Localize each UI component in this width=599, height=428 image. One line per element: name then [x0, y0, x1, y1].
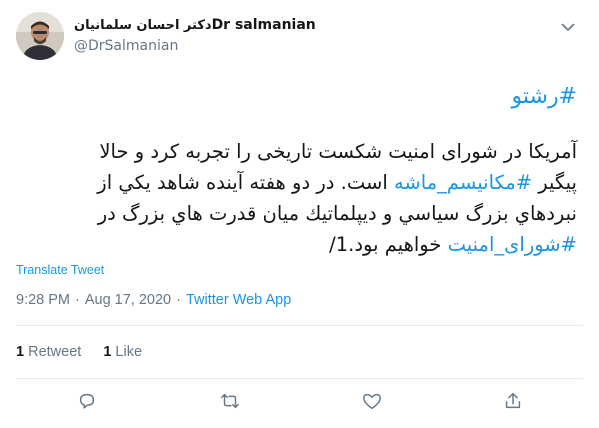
tweet-header: دکتر احسان سلمانیان Dr salmanian @DrSalm…	[16, 12, 583, 60]
divider	[16, 325, 583, 326]
avatar[interactable]	[16, 12, 64, 60]
tweet-actions	[0, 390, 599, 418]
display-name-en: Dr salmanian	[211, 17, 316, 33]
tweet-date[interactable]: Aug 17, 2020	[85, 292, 171, 308]
likes-label: Like	[115, 344, 143, 360]
display-name-fa: دکتر احسان سلمانیان	[74, 17, 212, 33]
tweet-line-text: خواهیم بود.1/	[329, 233, 448, 256]
author-names: دکتر احسان سلمانیان Dr salmanian @DrSalm…	[74, 16, 316, 54]
tweet-source-link[interactable]: Twitter Web App	[186, 292, 291, 308]
tweet-text: آمریکا در شورای امنیت شکست تاریخی را تجر…	[16, 136, 577, 260]
likes-count: 1	[103, 344, 112, 360]
divider	[16, 378, 583, 379]
display-name[interactable]: دکتر احسان سلمانیان Dr salmanian	[74, 16, 316, 34]
tweet-line: نبردهاي بزرگ سیاسي و دیپلماتیك میان قدرت…	[16, 198, 577, 229]
likes-stat[interactable]: 1 Like	[103, 344, 142, 360]
tweet-metadata: 9:28 PM · Aug 17, 2020 · Twitter Web App	[16, 292, 291, 308]
retweet-icon[interactable]	[219, 390, 243, 414]
translate-tweet-link[interactable]: Translate Tweet	[16, 263, 104, 277]
user-handle[interactable]: @DrSalmanian	[74, 38, 316, 54]
tweet-time[interactable]: 9:28 PM	[16, 292, 70, 308]
share-icon[interactable]	[502, 390, 526, 414]
chevron-down-icon[interactable]	[559, 18, 577, 36]
tweet-line-text: پیگیر	[532, 171, 577, 194]
retweets-stat[interactable]: 1 Retweet	[16, 344, 81, 360]
tweet-line-text: آمریکا در شورای امنیت شکست تاریخی را تجر…	[99, 140, 577, 163]
tweet-line: #شورای_امنیت خواهیم بود.1/	[16, 229, 577, 260]
meta-separator: ·	[176, 292, 181, 308]
tweet-line: پیگیر #مکانیسم_ماشه است. در دو هفته آیند…	[16, 167, 577, 198]
like-icon[interactable]	[361, 390, 385, 414]
hashtag-link[interactable]: #شورای_امنیت	[448, 233, 577, 256]
retweets-label: Retweet	[28, 344, 82, 360]
tweet-line: آمریکا در شورای امنیت شکست تاریخی را تجر…	[16, 136, 577, 167]
tweet-card: دکتر احسان سلمانیان Dr salmanian @DrSalm…	[0, 0, 599, 428]
tweet-stats: 1 Retweet 1 Like	[16, 344, 142, 360]
tweet-line-text: نبردهاي بزرگ سیاسي و دیپلماتیك میان قدرت…	[97, 202, 577, 225]
tweet-line-text: است. در دو هفته آینده شاهد یکي از	[97, 171, 394, 194]
reply-icon[interactable]	[76, 390, 100, 414]
meta-separator: ·	[75, 292, 80, 308]
hashtag-link[interactable]: #رشتو	[512, 84, 578, 109]
retweets-count: 1	[16, 344, 25, 360]
hashtag-link[interactable]: #مکانیسم_ماشه	[394, 171, 532, 194]
avatar-image	[16, 12, 64, 60]
